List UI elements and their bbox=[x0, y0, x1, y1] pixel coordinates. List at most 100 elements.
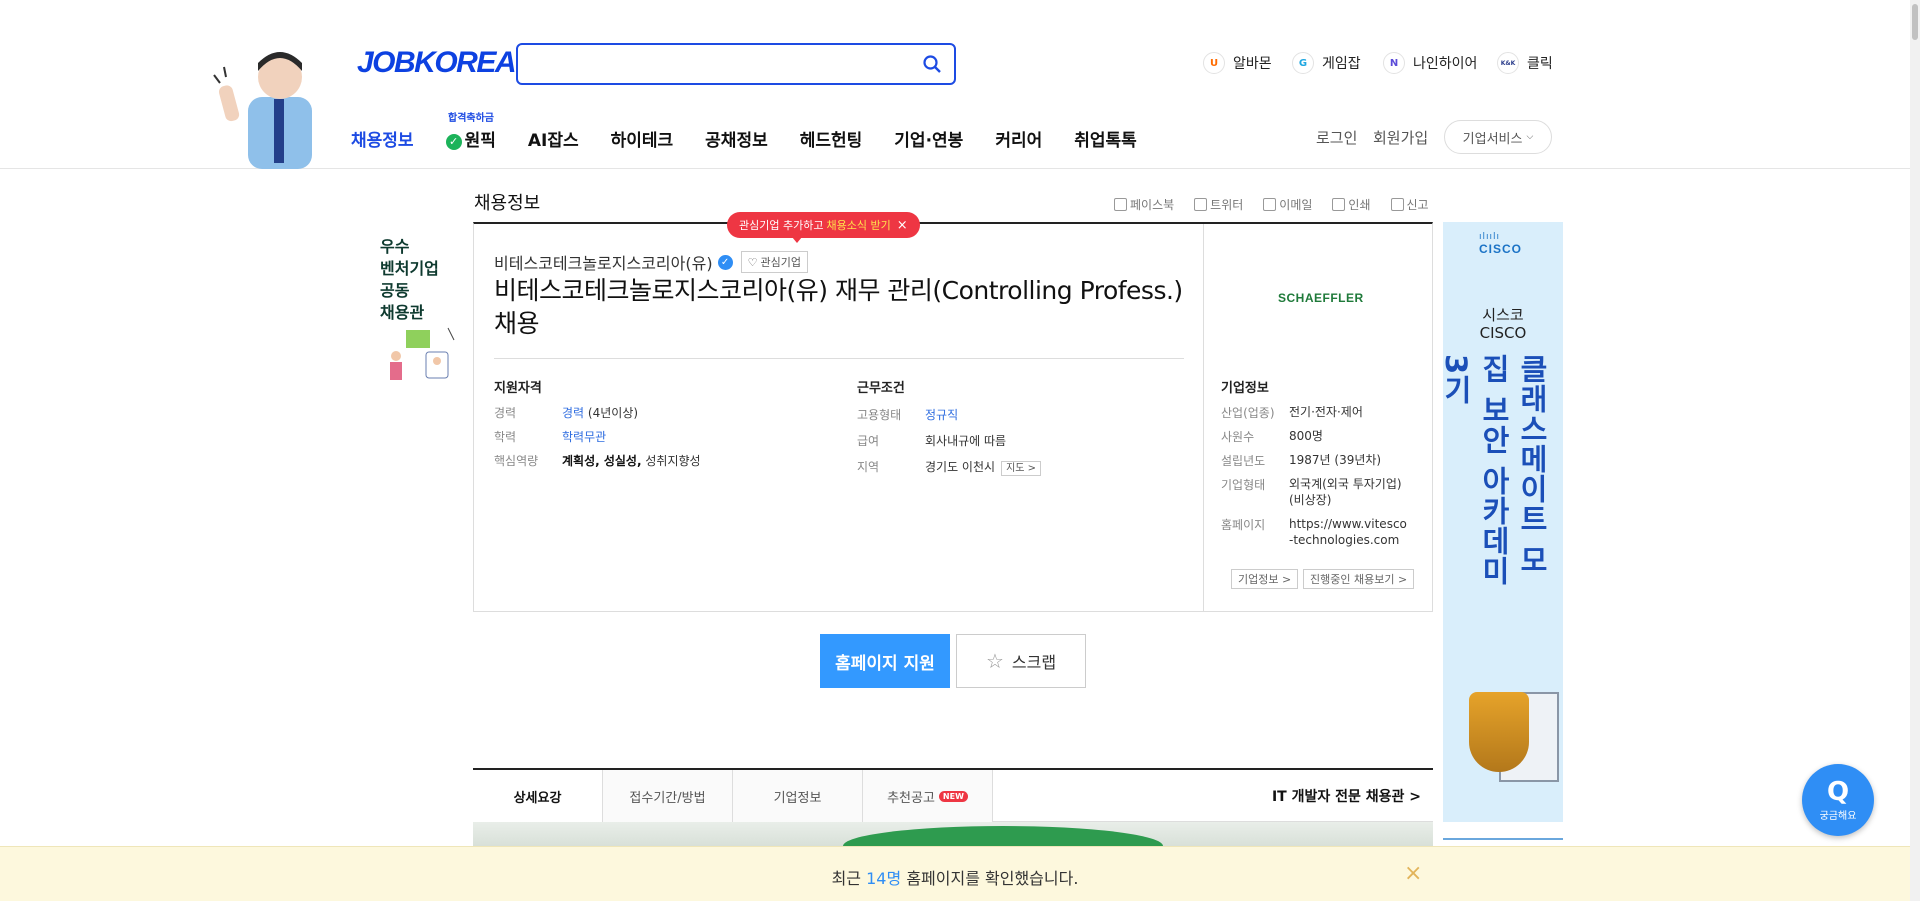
divider bbox=[494, 358, 1184, 359]
salary-value: 회사내규에 따름 bbox=[925, 434, 1007, 448]
company-row: 비테스코테크놀로지스코리아(유) ✓ ♡ 관심기업 bbox=[494, 250, 808, 274]
albamon-icon: U bbox=[1203, 52, 1225, 74]
competency-bold: 계획성, 성실성, bbox=[562, 454, 642, 468]
family-site-gamejob[interactable]: G 게임잡 bbox=[1292, 52, 1361, 74]
section-title: 채용정보 bbox=[474, 193, 541, 214]
new-badge: NEW bbox=[938, 790, 968, 802]
employees-row: 사원수 800명 bbox=[1221, 428, 1409, 445]
ci-label: 사원수 bbox=[1221, 430, 1255, 444]
nav-item-company-salary[interactable]: 기업·연봉 bbox=[894, 126, 963, 151]
tooltip-text: 관심기업 추가하고 bbox=[739, 219, 824, 232]
visit-notice-bar: 최근 14명 홈페이지를 확인했습니다. × bbox=[0, 846, 1910, 901]
nav-item-wonpick[interactable]: ✓ 원픽 bbox=[445, 126, 496, 151]
heart-icon: ♡ bbox=[747, 255, 758, 269]
region-label: 지역 bbox=[857, 460, 880, 474]
nav-item-public-recruit[interactable]: 공채정보 bbox=[705, 126, 768, 151]
cisco-bars-icon: ılıılı bbox=[1479, 232, 1501, 242]
favorite-company-button[interactable]: ♡ 관심기업 bbox=[740, 251, 808, 273]
salary-row: 급여 회사내규에 따름 bbox=[857, 432, 1006, 449]
people-illustration bbox=[390, 327, 455, 380]
notice-prefix: 최근 bbox=[831, 869, 862, 888]
company-info-panel: SCHAEFFLER 기업정보 산업(업종) 전기·전자·제어 사원수 800명… bbox=[1205, 224, 1433, 612]
venture-banner[interactable]: 우수 벤처기업 공동 채용관 bbox=[380, 236, 460, 386]
cisco-banner[interactable]: ılıılı CISCO 시스코 CISCO 클래스메이트 모집 보안 아카데미… bbox=[1439, 222, 1563, 822]
share-facebook[interactable]: 페이스북 bbox=[1114, 196, 1174, 213]
search-icon[interactable] bbox=[922, 54, 942, 74]
family-site-label: 알바몬 bbox=[1233, 56, 1272, 72]
check-icon: ✓ bbox=[445, 134, 462, 150]
nav-item-aijobs[interactable]: AI잡스 bbox=[528, 126, 579, 151]
share-email[interactable]: 이메일 bbox=[1263, 196, 1312, 213]
tab-label: 추천공고 bbox=[887, 790, 935, 806]
employment-type-value[interactable]: 정규직 bbox=[925, 408, 958, 422]
nav-item-hightech[interactable]: 하이테크 bbox=[611, 126, 674, 151]
email-icon bbox=[1263, 198, 1277, 211]
login-link[interactable]: 로그인 bbox=[1316, 127, 1357, 148]
apply-homepage-button[interactable]: 홈페이지 지원 bbox=[820, 634, 950, 688]
share-print[interactable]: 인쇄 bbox=[1332, 196, 1371, 213]
help-button[interactable]: Q 궁금해요 bbox=[1802, 764, 1874, 836]
nav-item-headhunting[interactable]: 헤드헌팅 bbox=[800, 126, 863, 151]
close-icon[interactable]: × bbox=[1404, 861, 1422, 886]
tooltip-highlight: 채용소식 받기 bbox=[826, 219, 891, 232]
ongoing-jobs-button[interactable]: 진행중인 채용보기 > bbox=[1303, 569, 1415, 589]
ci-value: 1987년 (39년차) bbox=[1289, 453, 1382, 467]
jobkorea-logo[interactable]: JOBKOREA bbox=[357, 46, 517, 80]
signup-link[interactable]: 회원가입 bbox=[1373, 127, 1428, 148]
salary-label: 급여 bbox=[857, 434, 880, 448]
scrap-button[interactable]: ☆ 스크랩 bbox=[956, 634, 1086, 688]
education-label: 학력 bbox=[494, 430, 517, 444]
search-input[interactable] bbox=[516, 43, 956, 85]
notice-text: 최근 14명 홈페이지를 확인했습니다. bbox=[0, 865, 1910, 889]
experience-value[interactable]: 경력 bbox=[562, 406, 584, 420]
company-logo[interactable]: SCHAEFFLER bbox=[1278, 291, 1364, 305]
ci-label: 설립년도 bbox=[1221, 454, 1266, 468]
homepage-link[interactable]: https://www.vitesco-technologies.com bbox=[1289, 516, 1409, 548]
employment-type-label: 고용형태 bbox=[857, 408, 902, 422]
corp-service-button[interactable]: 기업서비스 ⌵ bbox=[1444, 120, 1552, 154]
map-button[interactable]: 지도 > bbox=[1001, 461, 1042, 476]
share-label: 신고 bbox=[1406, 198, 1429, 212]
conditions-heading: 근무조건 bbox=[857, 381, 905, 396]
ci-value: 외국계(외국 투자기업) (비상장) bbox=[1289, 477, 1402, 507]
share-report[interactable]: 신고 bbox=[1390, 196, 1429, 213]
share-label: 인쇄 bbox=[1348, 198, 1371, 212]
company-info-button[interactable]: 기업정보 > bbox=[1231, 569, 1299, 589]
education-value[interactable]: 학력무관 bbox=[562, 430, 606, 444]
job-main-info: 비테스코테크놀로지스코리아(유) ✓ ♡ 관심기업 비테스코테크놀로지스코리아(유… bbox=[474, 224, 1204, 612]
family-site-klik[interactable]: K&K 클릭 bbox=[1497, 52, 1553, 74]
facebook-icon bbox=[1114, 198, 1127, 211]
it-developer-link[interactable]: IT 개발자 전문 채용관 > bbox=[1272, 786, 1421, 806]
share-twitter[interactable]: 트위터 bbox=[1194, 196, 1243, 213]
tab-application-period[interactable]: 접수기간/방법 bbox=[603, 770, 733, 822]
nav-item-jobs[interactable]: 채용정보 bbox=[351, 126, 414, 151]
banner-subtitle-line: CISCO bbox=[1479, 324, 1527, 342]
share-label: 페이스북 bbox=[1130, 198, 1175, 212]
nav-item-talk[interactable]: 취업톡톡 bbox=[1074, 126, 1137, 151]
share-bar: 페이스북 트위터 이메일 인쇄 신고 bbox=[1114, 196, 1429, 213]
ci-label: 산업(업종) bbox=[1221, 406, 1275, 420]
company-type-row: 기업형태 외국계(외국 투자기업) (비상장) bbox=[1221, 476, 1409, 508]
verified-icon: ✓ bbox=[717, 254, 733, 270]
region-row: 지역 경기도 이천시 지도 > bbox=[857, 458, 1042, 476]
competency-extra: 성취지향성 bbox=[645, 454, 701, 468]
favorite-label: 관심기업 bbox=[760, 256, 801, 269]
family-site-albamon[interactable]: U 알바몬 bbox=[1203, 52, 1272, 74]
banner-divider bbox=[1443, 838, 1563, 840]
nav-label: 원픽 bbox=[464, 131, 496, 151]
banner-line: 벤처기업 bbox=[380, 259, 439, 278]
banner-line: 우수 bbox=[380, 237, 410, 256]
banner-subtitle-line: 시스코 bbox=[1482, 306, 1524, 324]
company-name[interactable]: 비테스코테크놀로지스코리아(유) bbox=[494, 250, 713, 274]
tab-company-info[interactable]: 기업정보 bbox=[733, 770, 863, 822]
tab-details[interactable]: 상세요강 bbox=[473, 770, 603, 822]
close-icon[interactable]: × bbox=[897, 218, 908, 233]
nav-item-career[interactable]: 커리어 bbox=[995, 126, 1042, 151]
tab-recommended[interactable]: 추천공고 NEW bbox=[863, 770, 993, 822]
scrollbar-thumb[interactable] bbox=[1912, 4, 1918, 40]
family-site-label: 나인하이어 bbox=[1413, 56, 1478, 72]
help-label: 궁금해요 bbox=[1819, 810, 1857, 822]
scrollbar[interactable] bbox=[1910, 0, 1920, 901]
family-site-ninehire[interactable]: N 나인하이어 bbox=[1383, 52, 1477, 74]
favorite-tooltip[interactable]: 관심기업 추가하고 채용소식 받기 × bbox=[727, 212, 920, 238]
